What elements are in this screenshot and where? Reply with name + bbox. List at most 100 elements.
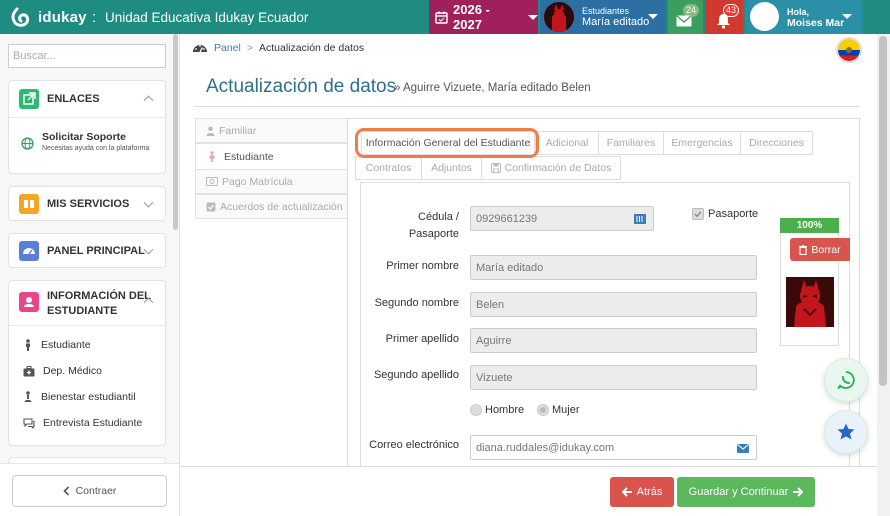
chevron-up-icon[interactable] — [143, 95, 154, 106]
email-label: Correo electrónico — [369, 439, 459, 451]
whatsapp-icon — [836, 370, 856, 390]
sidebar-item-estudiante[interactable]: Estudiante — [23, 339, 91, 351]
cedula-input[interactable]: 0929661239 — [470, 206, 654, 231]
support-link[interactable]: Solicitar Soporte — [42, 131, 126, 143]
info-estudiante-title[interactable]: INFORMACIÓN DEL ESTUDIANTE — [47, 289, 151, 319]
school-year-selector[interactable]: 2026 - 2027 — [429, 0, 538, 34]
page-title: Actualización de datos — [206, 76, 397, 97]
tab-confirmacion[interactable]: Confirmación de Datos — [481, 156, 621, 180]
chevron-down-icon — [143, 244, 154, 255]
user-greeting: Hola, — [787, 7, 810, 17]
globe-icon — [21, 137, 34, 150]
progress-badge: 100% — [780, 218, 839, 233]
student-photo[interactable] — [786, 277, 834, 327]
segundo-nombre-input[interactable]: Belen — [470, 292, 757, 317]
side-tab-pago-matricula[interactable]: Pago Matrícula — [195, 169, 348, 194]
tab-contratos[interactable]: Contratos — [355, 156, 422, 180]
primer-nombre-label: Primer nombre — [386, 260, 459, 272]
radio-selected-icon — [537, 404, 549, 416]
side-tab-familiar[interactable]: Familiar — [195, 118, 348, 143]
panel-principal-card[interactable]: PANEL PRINCIPAL — [8, 233, 166, 268]
panel-principal-title: PANEL PRINCIPAL — [47, 245, 145, 257]
chevron-down-icon — [143, 197, 154, 208]
primer-apellido-label: Primer apellido — [385, 333, 459, 345]
dashboard-icon — [192, 41, 208, 54]
sidebar-item-dep-medico[interactable]: Dep. Médico — [23, 365, 102, 377]
user-menu[interactable]: Hola, Moises Mar — [745, 0, 863, 34]
chevron-down-icon — [842, 14, 852, 19]
school-name: Unidad Educativa Idukay Ecuador — [105, 10, 309, 25]
save-icon — [490, 163, 501, 173]
page-scrollbar[interactable] — [879, 36, 887, 386]
gender-hombre-radio[interactable]: Hombre — [470, 404, 524, 416]
student-selector-name: María editado — [582, 16, 650, 28]
notifications-button[interactable]: 43 — [705, 0, 743, 34]
favorites-button[interactable] — [824, 410, 868, 454]
user-name: Moises Mar — [787, 17, 845, 29]
radio-icon — [470, 404, 482, 416]
school-year-label: 2026 - 2027 — [453, 2, 490, 32]
back-button[interactable]: Atrás — [610, 477, 674, 507]
sidebar-item-entrevista[interactable]: Entrevista Estudiante — [23, 417, 142, 429]
tab-direcciones[interactable]: Direcciones — [740, 131, 813, 155]
user-avatar — [750, 2, 779, 31]
ecuador-flag-icon[interactable] — [836, 37, 862, 63]
user-icon — [19, 292, 39, 312]
messages-button[interactable]: 24 — [668, 0, 703, 34]
title-divider — [194, 106, 859, 107]
id-card-icon — [634, 214, 646, 224]
support-link-description: Necesitas ayuda con la plataforma — [42, 145, 150, 152]
trash-icon — [799, 244, 808, 255]
tab-adicional[interactable]: Adicional — [535, 131, 599, 155]
brand-separator: : — [92, 9, 97, 26]
segundo-apellido-input[interactable]: Vizuete — [470, 365, 757, 390]
side-tab-acuerdos[interactable]: Acuerdos de actualización — [195, 194, 348, 219]
student-avatar — [544, 2, 574, 32]
pasaporte-checkbox[interactable]: Pasaporte — [692, 208, 758, 220]
brand-name: idukay — [38, 9, 87, 26]
primer-nombre-input[interactable]: María editado — [470, 255, 757, 280]
tab-emergencias[interactable]: Emergencias — [663, 131, 741, 155]
person-icon — [23, 339, 33, 351]
page-subtitle: » Aguirre Vizuete, María editado Belen — [394, 82, 591, 94]
mis-servicios-title: MIS SERVICIOS — [47, 198, 130, 210]
idukay-logo-icon[interactable] — [9, 7, 31, 29]
search-input[interactable] — [8, 44, 166, 68]
delete-photo-button[interactable]: Borrar — [790, 238, 850, 261]
breadcrumb-current: Actualización de datos — [259, 41, 365, 54]
breadcrumb-separator: > — [246, 41, 253, 54]
cedula-label: Cédula / Pasaporte — [408, 211, 459, 240]
envelope-icon — [676, 15, 692, 27]
student-selector[interactable]: Estudiantes María editado — [540, 0, 666, 34]
sidebar-scrollbar[interactable] — [173, 34, 178, 230]
email-input[interactable]: diana.ruddales@idukay.com — [470, 435, 757, 460]
user-icon — [206, 126, 215, 136]
female-icon — [208, 151, 216, 162]
side-tab-estudiante[interactable]: Estudiante — [195, 143, 348, 170]
save-continue-button[interactable]: Guardar y Continuar — [677, 477, 815, 507]
envelope-icon — [737, 444, 749, 453]
sidebar-item-bienestar[interactable]: Bienestar estudiantil — [23, 391, 136, 403]
whatsapp-button[interactable] — [824, 358, 868, 402]
segundo-apellido-label: Segundo apellido — [373, 369, 459, 381]
arrow-right-icon — [792, 487, 804, 497]
mis-servicios-card[interactable]: MIS SERVICIOS — [8, 186, 166, 221]
star-icon — [836, 422, 856, 442]
money-icon — [206, 177, 218, 186]
info-estudiante-card: INFORMACIÓN DEL ESTUDIANTE Estudiante De… — [8, 280, 166, 446]
top-bar: idukay : Unidad Educativa Idukay Ecuador… — [0, 0, 890, 34]
primer-apellido-input[interactable]: Aguirre — [470, 328, 757, 353]
chevron-down-icon — [648, 14, 658, 19]
collapse-sidebar-button[interactable]: Contraer — [12, 475, 167, 507]
enlaces-title[interactable]: ENLACES — [47, 93, 100, 105]
tab-adjuntos[interactable]: Adjuntos — [421, 156, 482, 180]
breadcrumb-home[interactable]: Panel — [214, 42, 241, 54]
tab-familiares[interactable]: Familiares — [598, 131, 664, 155]
gender-mujer-radio[interactable]: Mujer — [537, 404, 580, 416]
external-link-icon — [19, 89, 39, 109]
services-icon — [19, 194, 39, 214]
checkbox-checked-icon — [692, 208, 704, 220]
dashboard-icon — [19, 241, 39, 261]
student-selector-label: Estudiantes — [582, 6, 630, 16]
bell-icon — [716, 13, 731, 29]
